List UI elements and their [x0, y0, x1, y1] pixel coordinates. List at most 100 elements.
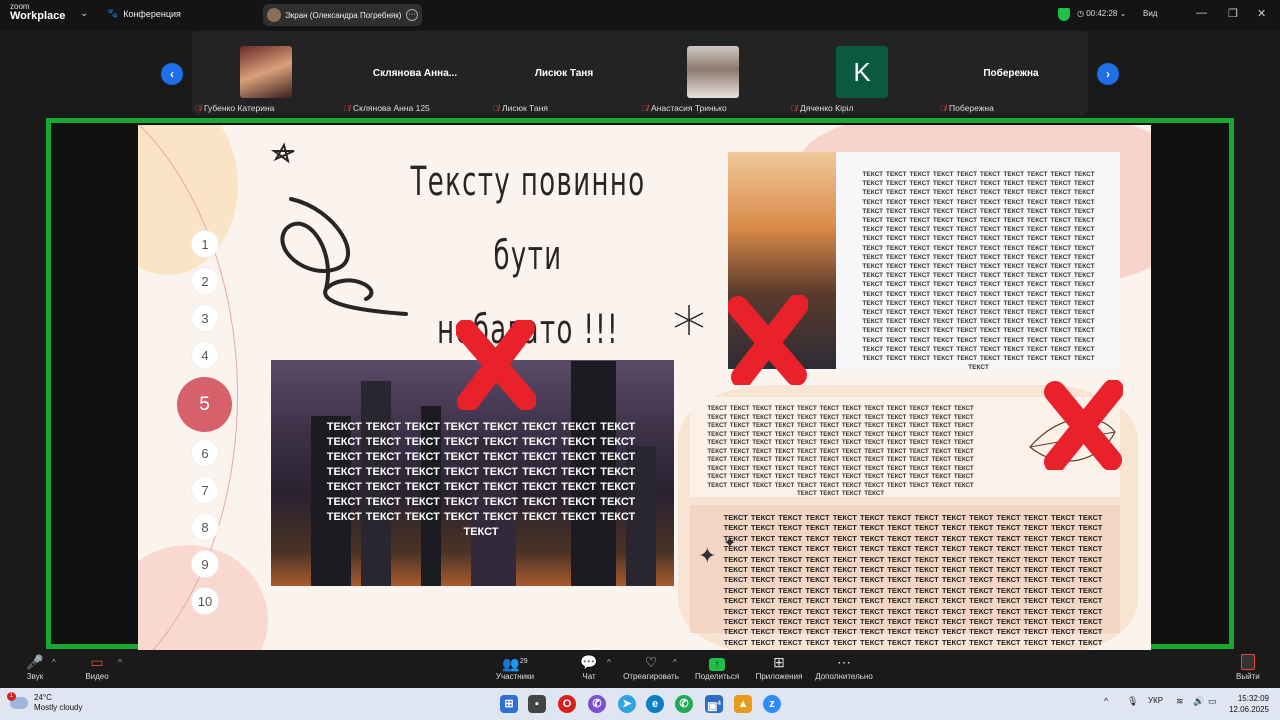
leave-button[interactable]: Выйти: [1236, 652, 1260, 681]
participant-name: Губенко Катерина: [204, 103, 275, 113]
telegram-icon[interactable]: ➤: [618, 695, 636, 713]
participant-tile[interactable]: K 🎙̸ Дяченко Кіріл: [788, 31, 936, 115]
slide-number: 9: [191, 550, 219, 578]
edge-icon[interactable]: e: [646, 695, 664, 713]
weather-condition: Mostly cloudy: [34, 703, 83, 712]
participant-footer: 🎙̸ Лисюк Таня: [493, 103, 548, 113]
screen-share-label: Экран (Олександра Погребняк): [285, 10, 402, 20]
meeting-toolbar: 🎤 Звук ^ ▭ Видео ^ 👥29 Участники 💬 Чат ^…: [0, 650, 1280, 687]
participant-name: Лисюк Таня: [502, 103, 548, 113]
microphone-tray-icon[interactable]: 🎙: [1127, 696, 1138, 707]
video-options-caret-icon[interactable]: ^: [118, 658, 122, 667]
close-icon[interactable]: ✕: [1257, 7, 1266, 20]
exit-icon: [1240, 654, 1255, 670]
participant-tile[interactable]: 🎙̸ Анастасия Тринько: [639, 31, 787, 115]
participant-tile[interactable]: Лисюк Таня 🎙̸ Лисюк Таня: [490, 31, 638, 115]
mic-muted-icon: 🎙̸: [344, 103, 350, 113]
participant-footer: 🎙̸ Склянова Анна 125: [344, 103, 430, 113]
mic-muted-icon: 🎙̸: [940, 103, 946, 113]
share-label: Поделиться: [695, 672, 740, 681]
lower-box-text: ТЕКСТ ТЕКСТ ТЕКСТ ТЕКСТ ТЕКСТ ТЕКСТ ТЕКС…: [723, 513, 1103, 651]
slide-number: 6: [191, 439, 219, 467]
participant-display-name: Побережна: [983, 68, 1039, 79]
viber-icon[interactable]: ✆: [588, 695, 606, 713]
zoom-window: zoom Workplace ⌄ 🐾 Конференция Экран (Ол…: [0, 0, 1280, 720]
red-cross-icon: [1044, 380, 1123, 470]
apps-button[interactable]: ⊞ Приложения: [755, 652, 803, 681]
logo-line-2: Workplace: [10, 10, 66, 22]
react-options-caret-icon[interactable]: ^: [673, 658, 677, 667]
volume-icon[interactable]: 🔊: [1193, 696, 1204, 707]
audio-options-caret-icon[interactable]: ^: [52, 658, 56, 667]
participant-tile[interactable]: 🎙̸ Губенко Катерина: [192, 31, 340, 115]
lower-text-box: ТЕКСТ ТЕКСТ ТЕКСТ ТЕКСТ ТЕКСТ ТЕКСТ ТЕКС…: [690, 505, 1120, 651]
participants-count: 29: [519, 658, 528, 665]
apps-label: Приложения: [755, 672, 803, 681]
slide-title-line-1: Тексту повинно бути: [410, 159, 646, 279]
slide-number: 8: [191, 513, 219, 541]
participant-tile[interactable]: Склянова Анна... 🎙̸ Склянова Анна 125: [341, 31, 489, 115]
city-image-text: ТЕКСТ ТЕКСТ ТЕКСТ ТЕКСТ ТЕКСТ ТЕКСТ ТЕКС…: [326, 421, 636, 538]
camera-off-icon: ▭: [90, 654, 104, 670]
slide-number: 2: [191, 267, 219, 295]
video-button[interactable]: ▭ Видео: [84, 652, 110, 681]
conference-label: Конференция: [123, 8, 181, 19]
react-label: Отреагировать: [623, 672, 679, 681]
conference-menu[interactable]: 🐾 Конференция: [107, 8, 181, 19]
clock-date: 12.06.2025: [1228, 705, 1269, 714]
participant-tile[interactable]: Побережна 🎙̸ Побережна: [937, 31, 1085, 115]
shared-screen[interactable]: 1 2 3 4 5 6 7 8 9 10 Тексту повинно бути…: [46, 118, 1234, 651]
language-indicator[interactable]: УКР: [1148, 696, 1163, 705]
next-participants-button[interactable]: ›: [1097, 63, 1119, 85]
red-cross-icon: [728, 295, 808, 385]
more-label: Дополнительно: [815, 672, 873, 681]
participant-photo: [240, 46, 292, 98]
chat-icon: 💬: [580, 654, 598, 670]
mic-muted-icon: 🎙̸: [642, 103, 648, 113]
restore-icon[interactable]: ❐: [1228, 7, 1238, 20]
mic-muted-icon: 🎙̸: [791, 103, 797, 113]
battery-icon[interactable]: ▭: [1208, 696, 1217, 707]
more-dots-icon: ⋯: [837, 654, 851, 670]
chat-options-caret-icon[interactable]: ^: [607, 658, 611, 667]
slide-number: 3: [191, 304, 219, 332]
view-menu[interactable]: Вид: [1143, 9, 1157, 18]
book-page-text: ТЕКСТ ТЕКСТ ТЕКСТ ТЕКСТ ТЕКСТ ТЕКСТ ТЕКС…: [862, 171, 1095, 372]
wifi-icon[interactable]: ≋: [1176, 696, 1184, 707]
more-options-icon[interactable]: ···: [406, 9, 418, 21]
participant-name: Анастасия Тринько: [651, 103, 727, 113]
more-button[interactable]: ⋯ Дополнительно: [814, 652, 874, 681]
task-view-icon[interactable]: ▪: [528, 695, 546, 713]
participants-button[interactable]: 👥29 Участники: [493, 652, 537, 681]
system-clock[interactable]: 15:32:09 12.06.2025: [1224, 693, 1269, 715]
start-icon[interactable]: ⊞: [500, 695, 518, 713]
react-button[interactable]: ♡ Отреагировать: [622, 652, 680, 681]
tray-overflow-icon[interactable]: ^: [1104, 696, 1108, 706]
participants-label: Участники: [495, 672, 535, 681]
title-bar: zoom Workplace ⌄ 🐾 Конференция Экран (Ол…: [0, 0, 1280, 30]
chat-button[interactable]: 💬 Чат: [578, 652, 600, 681]
mic-muted-icon: 🎤: [26, 654, 44, 670]
app-menu-chevron-icon[interactable]: ⌄: [80, 8, 88, 19]
audio-button[interactable]: 🎤 Звук: [24, 652, 46, 681]
prev-participants-button[interactable]: ‹: [161, 63, 183, 85]
screen-share-indicator[interactable]: Экран (Олександра Погребняк) ···: [263, 4, 422, 26]
participant-photo: [687, 46, 739, 98]
store-icon[interactable]: ▣4: [705, 695, 723, 713]
windows-taskbar: 1 24°C Mostly cloudy ⊞ ▪ O ✆ ➤ e ✆ ▣4 ▲ …: [0, 688, 1280, 720]
minimize-icon[interactable]: —: [1196, 7, 1207, 19]
app-warning-icon[interactable]: ▲: [734, 695, 752, 713]
encryption-shield-icon[interactable]: [1058, 8, 1070, 21]
audio-label: Звук: [26, 672, 44, 681]
presentation-slide: 1 2 3 4 5 6 7 8 9 10 Тексту повинно бути…: [138, 125, 1151, 651]
video-label: Видео: [85, 672, 109, 681]
participants-icon: 👥29: [502, 655, 528, 672]
share-button[interactable]: ↑ Поделиться: [695, 652, 739, 681]
participant-footer: 🎙̸ Анастасия Тринько: [642, 103, 727, 113]
opera-icon[interactable]: O: [558, 695, 576, 713]
participant-name: Дяченко Кіріл: [800, 103, 854, 113]
whatsapp-icon[interactable]: ✆: [675, 695, 693, 713]
zoom-taskbar-icon[interactable]: z: [763, 695, 781, 713]
weather-widget[interactable]: 1 24°C Mostly cloudy: [7, 692, 83, 713]
participant-display-name: Склянова Анна...: [372, 68, 458, 79]
